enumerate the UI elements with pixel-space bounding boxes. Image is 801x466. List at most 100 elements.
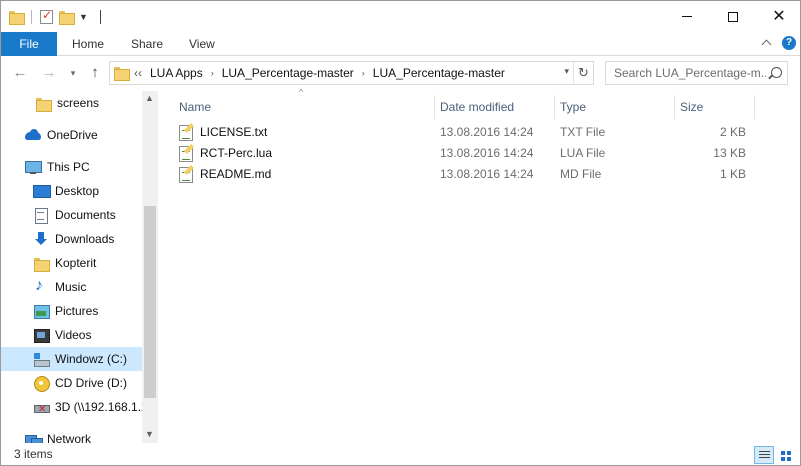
file-name: RCT-Perc.lua [200,146,273,160]
text-file-icon [179,146,193,162]
quick-access-toolbar: ▼ [9,7,101,27]
nav-item-label: Windowz (C:) [55,352,128,366]
tab-view[interactable]: View [189,32,215,56]
tab-share[interactable]: Share [131,32,163,56]
nav-item-label: CD Drive (D:) [55,376,127,390]
folder-icon [9,11,25,25]
file-row-readme[interactable]: README.md 13.08.2016 14:24 MD File 1 KB [159,164,800,185]
nav-item-label: Pictures [55,304,99,318]
text-file-icon [179,167,193,183]
up-button[interactable]: ↑ [87,65,103,81]
scrollbar-thumb[interactable] [144,206,156,398]
column-divider[interactable] [754,95,755,119]
tab-home[interactable]: Home [72,32,104,56]
explorer-window: ▼ ✕ File Home Share View ? ← → ▾ ↑ ‹‹ LU… [0,0,801,466]
nav-item-cd-drive-d[interactable]: CD Drive (D:) [1,371,142,395]
title-divider [99,10,101,24]
nav-item-label: Videos [55,328,92,342]
breadcrumb: LUA Apps › LUA_Percentage-master › LUA_P… [150,66,505,80]
address-history-chevron-icon[interactable]: ▾ [564,66,569,77]
scroll-down-icon[interactable]: ▼ [145,429,154,439]
refresh-button[interactable]: ↻ [573,62,593,84]
nav-item-this-pc[interactable]: This PC [1,155,142,179]
file-row-license[interactable]: LICENSE.txt 13.08.2016 14:24 TXT File 2 … [159,122,800,143]
column-divider[interactable] [674,95,675,119]
customize-toolbar-chevron-icon[interactable]: ▼ [79,12,88,22]
drive-icon [33,351,50,367]
nav-item-label: This PC [47,160,90,174]
nav-item-documents[interactable]: Documents [1,203,142,227]
toolbar-divider [31,10,32,24]
tab-file[interactable]: File [1,32,57,56]
search-input[interactable]: Search LUA_Percentage-m... [605,61,788,85]
nav-item-pictures[interactable]: Pictures [1,299,142,323]
file-type: LUA File [560,146,606,160]
file-date: 13.08.2016 14:24 [440,167,534,181]
nav-item-music[interactable]: Music [1,275,142,299]
nav-item-label: Network [47,432,92,443]
nav-item-onedrive[interactable]: OneDrive [1,123,142,147]
nav-item-desktop[interactable]: Desktop [1,179,142,203]
help-icon[interactable]: ? [782,36,796,50]
column-divider[interactable] [554,95,555,119]
music-icon [33,277,49,295]
nav-item-3d-network-drive[interactable]: 3D (\\192.168.1.2 [1,395,142,419]
breadcrumb-item-lua-percentage-master[interactable]: LUA_Percentage-master [222,66,354,80]
item-count: 3 items [14,447,53,461]
documents-icon [33,207,49,224]
nav-item-label: OneDrive [47,128,98,142]
column-header-name[interactable]: Name [179,95,211,119]
nav-item-network[interactable]: Network [1,427,142,443]
forward-button[interactable]: → [41,65,57,81]
window-controls: ✕ [664,1,800,32]
nav-item-videos[interactable]: Videos [1,323,142,347]
nav-item-label: Downloads [55,232,115,246]
breadcrumb-overflow-button[interactable]: ‹‹ [134,66,142,80]
navigation-pane: screens OneDrive This PC Desktop Documen… [1,91,158,443]
column-header-date-modified[interactable]: Date modified [440,95,514,119]
desktop-icon [33,183,51,199]
breadcrumb-item-lua-apps[interactable]: LUA Apps [150,66,203,80]
properties-icon[interactable] [40,8,53,24]
breadcrumb-item-lua-percentage-master-current[interactable]: LUA_Percentage-master [373,66,505,80]
scroll-up-icon[interactable]: ▲ [145,93,154,103]
new-folder-icon[interactable] [59,11,75,25]
nav-item-screens[interactable]: screens [1,91,142,115]
back-button[interactable]: ← [12,65,28,81]
file-size: 2 KB [719,125,746,139]
nav-item-downloads[interactable]: Downloads [1,227,142,251]
file-row-rct-perc[interactable]: RCT-Perc.lua 13.08.2016 14:24 LUA File 1… [159,143,800,164]
close-button[interactable]: ✕ [756,1,800,32]
folder-icon [35,95,52,112]
pc-icon [25,159,42,175]
recent-locations-chevron-icon[interactable]: ▾ [65,65,81,81]
nav-item-windowz-c[interactable]: Windowz (C:) [1,347,142,371]
sort-ascending-icon: ^ [299,87,304,97]
nav-item-kopterit[interactable]: Kopterit [1,251,142,275]
text-file-icon [179,125,193,141]
navigation-bar: ← → ▾ ↑ ‹‹ LUA Apps › LUA_Percentage-mas… [1,56,800,91]
navigation-pane-scrollbar[interactable]: ▲ ▼ [142,91,158,443]
nav-item-label: screens [57,96,100,110]
breadcrumb-separator-icon[interactable]: › [362,68,365,78]
breadcrumb-separator-icon[interactable]: › [211,68,214,78]
nav-item-label: Documents [55,208,116,222]
search-icon[interactable] [771,67,782,78]
view-switcher [754,446,796,464]
column-divider[interactable] [434,95,435,119]
maximize-icon [728,11,738,22]
videos-icon [33,327,50,343]
file-list: ^ Name Date modified Type Size LICENSE.t… [159,87,800,443]
maximize-button[interactable] [710,1,756,32]
address-bar[interactable]: ‹‹ LUA Apps › LUA_Percentage-master › LU… [109,61,594,85]
search-placeholder: Search LUA_Percentage-m... [614,66,766,80]
minimize-icon [682,16,692,17]
large-icons-view-icon[interactable] [776,446,796,464]
file-type: TXT File [560,125,606,139]
details-view-icon[interactable] [754,446,774,464]
expand-ribbon-chevron-icon[interactable] [760,36,774,50]
status-bar: 3 items [1,443,800,465]
minimize-button[interactable] [664,1,710,32]
column-header-size[interactable]: Size [680,95,703,119]
column-header-type[interactable]: Type [560,95,586,119]
